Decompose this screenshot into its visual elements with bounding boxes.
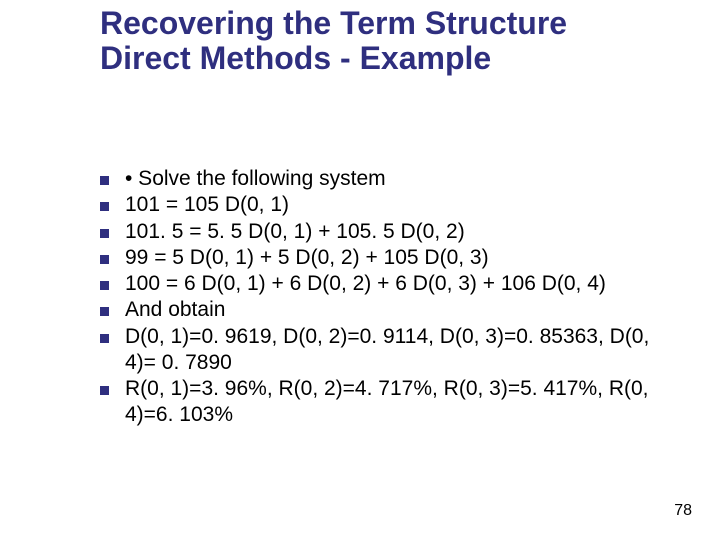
title-line-2: Direct Methods - Example (100, 40, 491, 76)
list-item: • Solve the following system (100, 166, 680, 192)
list-item: And obtain (100, 297, 680, 323)
list-item: D(0, 1)=0. 9619, D(0, 2)=0. 9114, D(0, 3… (100, 324, 680, 377)
bullet-text: And obtain (125, 297, 680, 323)
square-bullet-icon (100, 281, 109, 290)
square-bullet-icon (100, 176, 109, 185)
bullet-text: 101. 5 = 5. 5 D(0, 1) + 105. 5 D(0, 2) (125, 219, 680, 245)
list-item: 101. 5 = 5. 5 D(0, 1) + 105. 5 D(0, 2) (100, 219, 680, 245)
square-bullet-icon (100, 334, 109, 343)
page-number: 78 (674, 502, 692, 520)
square-bullet-icon (100, 229, 109, 238)
title-line-1: Recovering the Term Structure (100, 5, 567, 41)
list-item: 99 = 5 D(0, 1) + 5 D(0, 2) + 105 D(0, 3) (100, 245, 680, 271)
square-bullet-icon (100, 255, 109, 264)
bullet-text: 100 = 6 D(0, 1) + 6 D(0, 2) + 6 D(0, 3) … (125, 271, 680, 297)
slide: Recovering the Term Structure Direct Met… (0, 0, 720, 540)
list-item: R(0, 1)=3. 96%, R(0, 2)=4. 717%, R(0, 3)… (100, 376, 680, 429)
square-bullet-icon (100, 307, 109, 316)
bullet-text: D(0, 1)=0. 9619, D(0, 2)=0. 9114, D(0, 3… (125, 324, 680, 377)
list-item: 100 = 6 D(0, 1) + 6 D(0, 2) + 6 D(0, 3) … (100, 271, 680, 297)
slide-title: Recovering the Term Structure Direct Met… (100, 6, 660, 76)
bullet-text: • Solve the following system (125, 166, 680, 192)
square-bullet-icon (100, 202, 109, 211)
square-bullet-icon (100, 386, 109, 395)
bullet-text: R(0, 1)=3. 96%, R(0, 2)=4. 717%, R(0, 3)… (125, 376, 680, 429)
list-item: 101 = 105 D(0, 1) (100, 192, 680, 218)
bullet-text: 101 = 105 D(0, 1) (125, 192, 680, 218)
bullet-text: 99 = 5 D(0, 1) + 5 D(0, 2) + 105 D(0, 3) (125, 245, 680, 271)
slide-body: • Solve the following system 101 = 105 D… (100, 166, 680, 429)
